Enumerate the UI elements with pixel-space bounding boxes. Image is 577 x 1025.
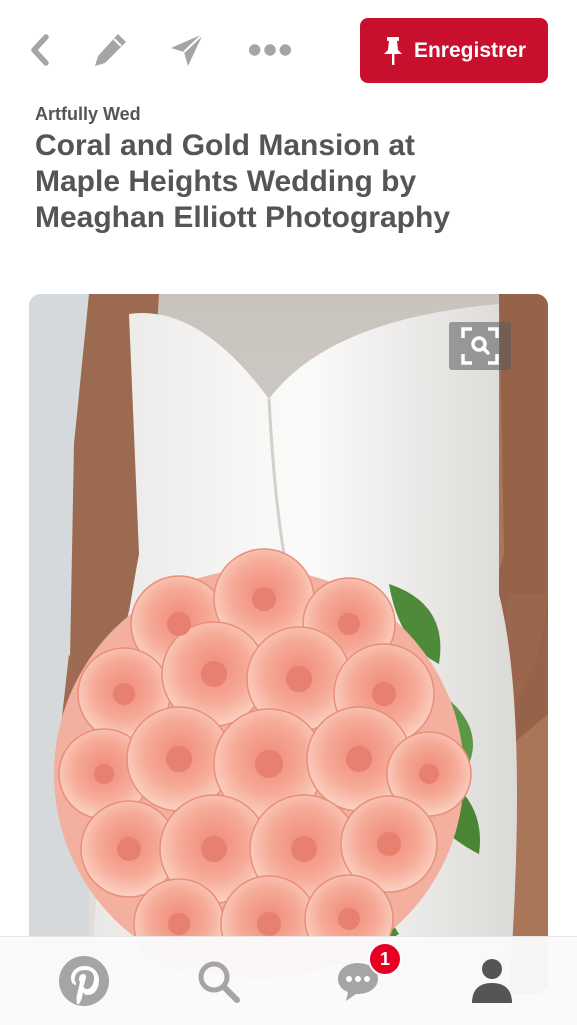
visual-search-button[interactable] — [449, 322, 511, 370]
person-icon — [472, 959, 512, 1003]
tab-search[interactable] — [190, 953, 246, 1009]
bride-bouquet-photo — [29, 294, 548, 994]
back-button[interactable] — [18, 28, 62, 72]
edit-button[interactable] — [88, 28, 132, 72]
pin-source[interactable]: Artfully Wed — [35, 104, 141, 125]
paper-plane-icon — [171, 33, 204, 66]
save-button[interactable]: Enregistrer — [360, 18, 548, 83]
bottom-tab-bar — [0, 936, 577, 1025]
save-button-label: Enregistrer — [413, 38, 527, 62]
pencil-icon — [95, 34, 126, 66]
chevron-left-icon — [31, 34, 49, 66]
more-dots-icon — [248, 44, 292, 56]
pin-image[interactable] — [29, 294, 548, 994]
more-options-button[interactable] — [248, 28, 292, 72]
pin-title: Coral and Gold Mansion at Maple Heights … — [35, 129, 451, 234]
pinterest-logo-icon — [59, 956, 109, 1006]
tab-home[interactable] — [56, 953, 112, 1009]
send-button[interactable] — [165, 28, 209, 72]
pushpin-icon — [383, 36, 402, 65]
visual-search-icon — [461, 327, 499, 365]
messages-badge: 1 — [368, 942, 402, 976]
tab-profile[interactable] — [464, 953, 520, 1009]
top-toolbar: Enregistrer — [0, 0, 577, 100]
search-icon — [198, 961, 240, 1003]
